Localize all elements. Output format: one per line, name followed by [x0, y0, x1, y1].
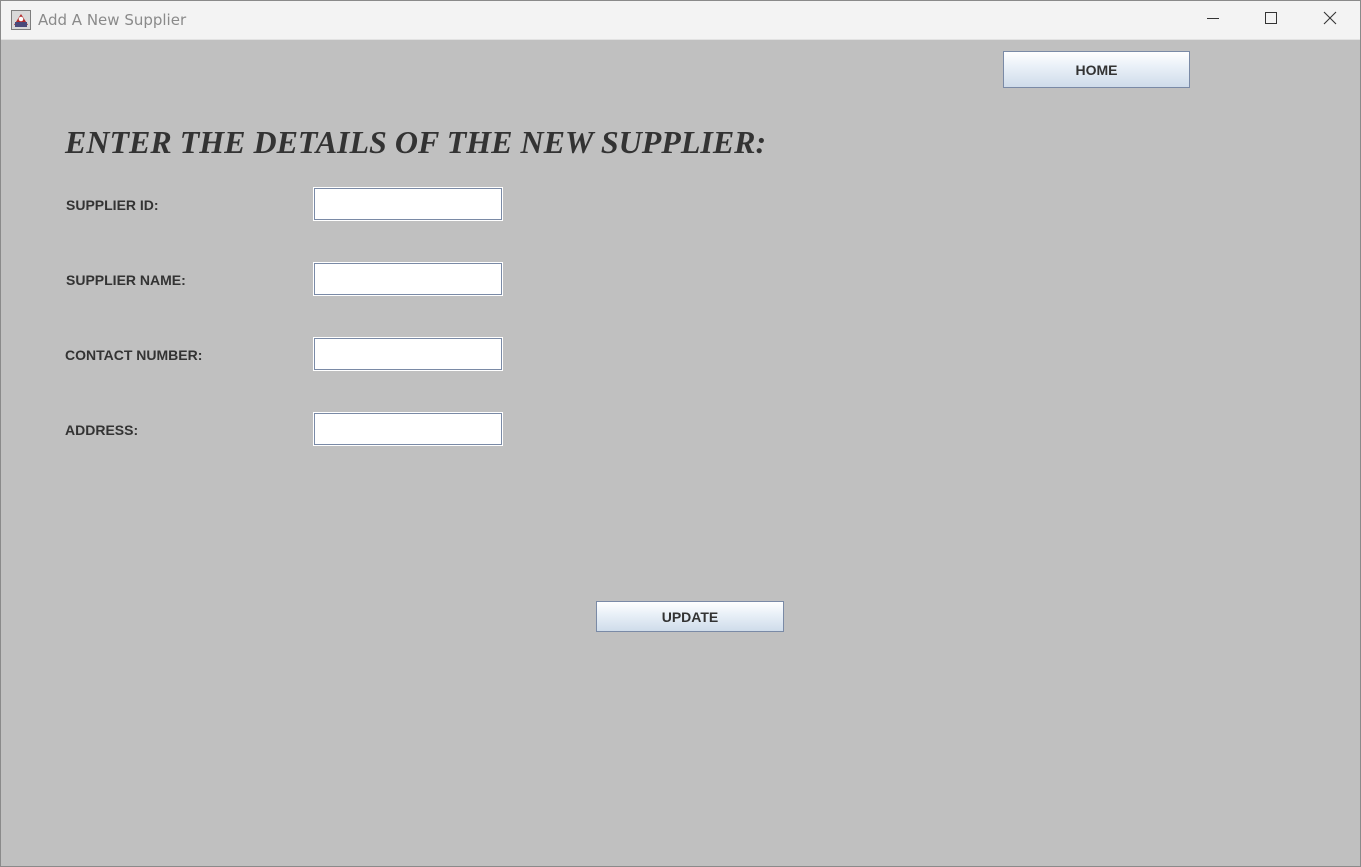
update-button[interactable]: UPDATE — [596, 601, 784, 632]
maximize-icon — [1265, 11, 1277, 29]
supplier-id-input[interactable] — [314, 188, 502, 220]
java-app-icon — [11, 10, 31, 30]
contact-number-label: CONTACT NUMBER: — [65, 347, 203, 363]
supplier-name-label: SUPPLIER NAME: — [66, 272, 186, 288]
supplier-name-input[interactable] — [314, 263, 502, 295]
window-title: Add A New Supplier — [38, 11, 187, 29]
app-window: Add A New Supplier HOME ENTER THE DETAIL… — [0, 0, 1361, 867]
form-panel: HOME ENTER THE DETAILS OF THE NEW SUPPLI… — [1, 40, 1360, 866]
title-bar[interactable]: Add A New Supplier — [1, 1, 1360, 40]
address-label: ADDRESS: — [65, 422, 139, 438]
close-button[interactable] — [1301, 1, 1359, 39]
maximize-button[interactable] — [1242, 1, 1300, 39]
minimize-button[interactable] — [1184, 1, 1242, 39]
page-title: ENTER THE DETAILS OF THE NEW SUPPLIER: — [65, 124, 767, 160]
close-icon — [1323, 11, 1337, 30]
address-input[interactable] — [314, 413, 502, 445]
minimize-icon — [1207, 11, 1219, 29]
supplier-id-label: SUPPLIER ID: — [66, 197, 159, 213]
home-button[interactable]: HOME — [1003, 51, 1190, 88]
contact-number-input[interactable] — [314, 338, 502, 370]
